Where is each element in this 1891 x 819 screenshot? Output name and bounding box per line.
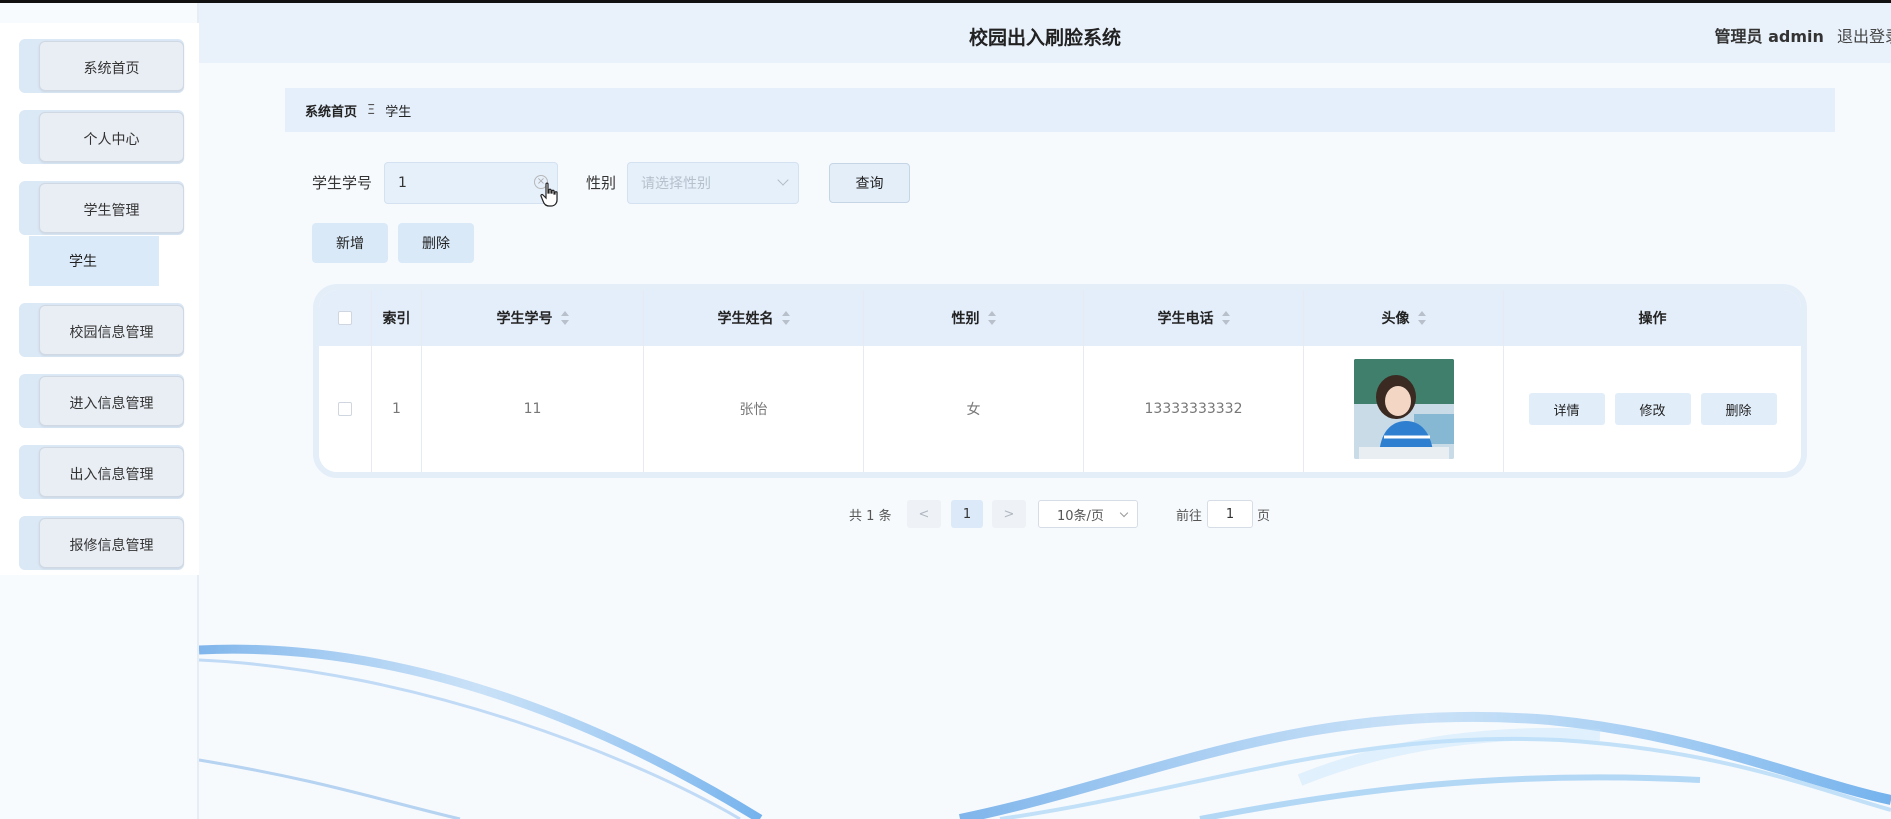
sidebar-item-access-info[interactable]: 出入信息管理 bbox=[19, 445, 184, 499]
goto-label: 前往 bbox=[1176, 509, 1203, 524]
column-header-index: 索引 bbox=[372, 290, 422, 346]
cell-phone: 13333333332 bbox=[1084, 346, 1304, 472]
sidebar-item-personal-center[interactable]: 个人中心 bbox=[19, 110, 184, 164]
page-suffix: 页 bbox=[1257, 509, 1271, 524]
row-delete-button[interactable]: 删除 bbox=[1700, 393, 1777, 425]
sidebar-item-repair-info[interactable]: 报修信息管理 bbox=[19, 516, 184, 570]
column-header-label: 性别 bbox=[951, 311, 980, 327]
sidebar: 系统首页 个人中心 学生管理 学生 校园信息管理 进入信息管理 出入信息管理 报… bbox=[0, 3, 199, 819]
cell-actions: 详情 修改 删除 bbox=[1504, 346, 1801, 472]
column-header-name[interactable]: 学生姓名 bbox=[644, 290, 864, 346]
column-header-label: 学生学号 bbox=[496, 311, 553, 327]
column-header-phone[interactable]: 学生电话 bbox=[1084, 290, 1304, 346]
table-row: 1 11 张怡 女 13333333332 详情 修改 删除 bbox=[319, 346, 1801, 472]
column-header-gender[interactable]: 性别 bbox=[864, 290, 1084, 346]
top-header: 校园出入刷脸系统 管理员 admin 退出登录 bbox=[199, 3, 1891, 63]
student-no-input[interactable]: 1 × bbox=[384, 162, 558, 204]
cell-index: 1 bbox=[372, 346, 422, 472]
column-header-avatar[interactable]: 头像 bbox=[1304, 290, 1504, 346]
sidebar-item-campus-info[interactable]: 校园信息管理 bbox=[19, 303, 184, 357]
user-role: 管理员 admin bbox=[1714, 27, 1824, 46]
row-select-cell bbox=[319, 346, 372, 472]
gender-select[interactable]: 请选择性别 bbox=[627, 162, 799, 204]
row-checkbox[interactable] bbox=[338, 402, 352, 416]
hand-cursor-icon bbox=[540, 182, 558, 207]
column-header-label: 操作 bbox=[1638, 311, 1667, 327]
gender-placeholder: 请选择性别 bbox=[641, 176, 711, 192]
page-number-current[interactable]: 1 bbox=[951, 500, 983, 528]
table-header: 索引 学生学号 学生姓名 性别 学生电话 头像 操作 bbox=[319, 290, 1801, 346]
breadcrumb-separator: Ξ bbox=[367, 102, 376, 118]
edit-button[interactable]: 修改 bbox=[1614, 393, 1691, 425]
column-header-label: 头像 bbox=[1381, 311, 1410, 327]
sort-icon[interactable] bbox=[781, 311, 790, 325]
sidebar-item-label: 校园信息管理 bbox=[39, 305, 184, 355]
cell-gender: 女 bbox=[864, 346, 1084, 472]
next-page-button[interactable]: > bbox=[992, 500, 1026, 528]
prev-page-button[interactable]: < bbox=[907, 500, 941, 528]
cell-name: 张怡 bbox=[644, 346, 864, 472]
student-avatar-image[interactable] bbox=[1353, 359, 1454, 459]
column-header-label: 学生电话 bbox=[1157, 311, 1214, 327]
select-all-checkbox[interactable] bbox=[338, 311, 352, 325]
student-table: 索引 学生学号 学生姓名 性别 学生电话 头像 操作 1 11 张怡 女 133… bbox=[313, 284, 1807, 478]
sidebar-item-label: 学生管理 bbox=[39, 183, 184, 233]
app-title: 校园出入刷脸系统 bbox=[968, 27, 1121, 49]
student-no-label: 学生学号 bbox=[312, 174, 373, 192]
sort-icon[interactable] bbox=[1221, 311, 1230, 325]
breadcrumb-home[interactable]: 系统首页 bbox=[305, 101, 357, 120]
chevron-down-icon bbox=[777, 174, 789, 186]
goto-page-input[interactable]: 1 bbox=[1207, 500, 1253, 528]
sidebar-item-label: 出入信息管理 bbox=[39, 447, 184, 497]
add-button[interactable]: 新增 bbox=[312, 223, 388, 263]
gender-label: 性别 bbox=[586, 174, 617, 192]
column-header-student-no[interactable]: 学生学号 bbox=[422, 290, 644, 346]
header-select-all-cell bbox=[319, 290, 372, 346]
sort-icon[interactable] bbox=[560, 311, 569, 325]
sidebar-item-label: 系统首页 bbox=[39, 41, 184, 91]
student-no-value: 1 bbox=[398, 175, 407, 191]
sidebar-item-label: 进入信息管理 bbox=[39, 376, 184, 426]
cell-avatar bbox=[1304, 346, 1504, 472]
sidebar-item-home[interactable]: 系统首页 bbox=[19, 39, 184, 93]
batch-delete-button[interactable]: 删除 bbox=[398, 223, 474, 263]
chevron-down-icon bbox=[1119, 508, 1129, 518]
user-area: 管理员 admin 退出登录 bbox=[1715, 23, 1891, 47]
pagination-total: 共 1 条 bbox=[849, 509, 892, 524]
sidebar-subitem-student[interactable]: 学生 bbox=[29, 236, 159, 286]
page-size-select[interactable]: 10条/页 bbox=[1038, 500, 1138, 528]
cell-student-no: 11 bbox=[422, 346, 644, 472]
breadcrumb: 系统首页 Ξ 学生 bbox=[285, 88, 1835, 132]
sort-icon[interactable] bbox=[1417, 311, 1426, 325]
student-photo-icon bbox=[1353, 359, 1454, 459]
sidebar-item-entry-info[interactable]: 进入信息管理 bbox=[19, 374, 184, 428]
column-header-label: 学生姓名 bbox=[717, 311, 774, 327]
column-header-actions: 操作 bbox=[1504, 290, 1801, 346]
sort-icon[interactable] bbox=[987, 311, 996, 325]
page-size-value: 10条/页 bbox=[1057, 508, 1104, 524]
sidebar-item-label: 个人中心 bbox=[39, 112, 184, 162]
column-header-label: 索引 bbox=[382, 311, 411, 327]
detail-button[interactable]: 详情 bbox=[1528, 393, 1605, 425]
sidebar-item-student-management[interactable]: 学生管理 bbox=[19, 181, 184, 235]
breadcrumb-current: 学生 bbox=[385, 104, 412, 120]
logout-link[interactable]: 退出登录 bbox=[1837, 27, 1891, 46]
query-button[interactable]: 查询 bbox=[829, 163, 910, 203]
sidebar-item-label: 报修信息管理 bbox=[39, 518, 184, 568]
